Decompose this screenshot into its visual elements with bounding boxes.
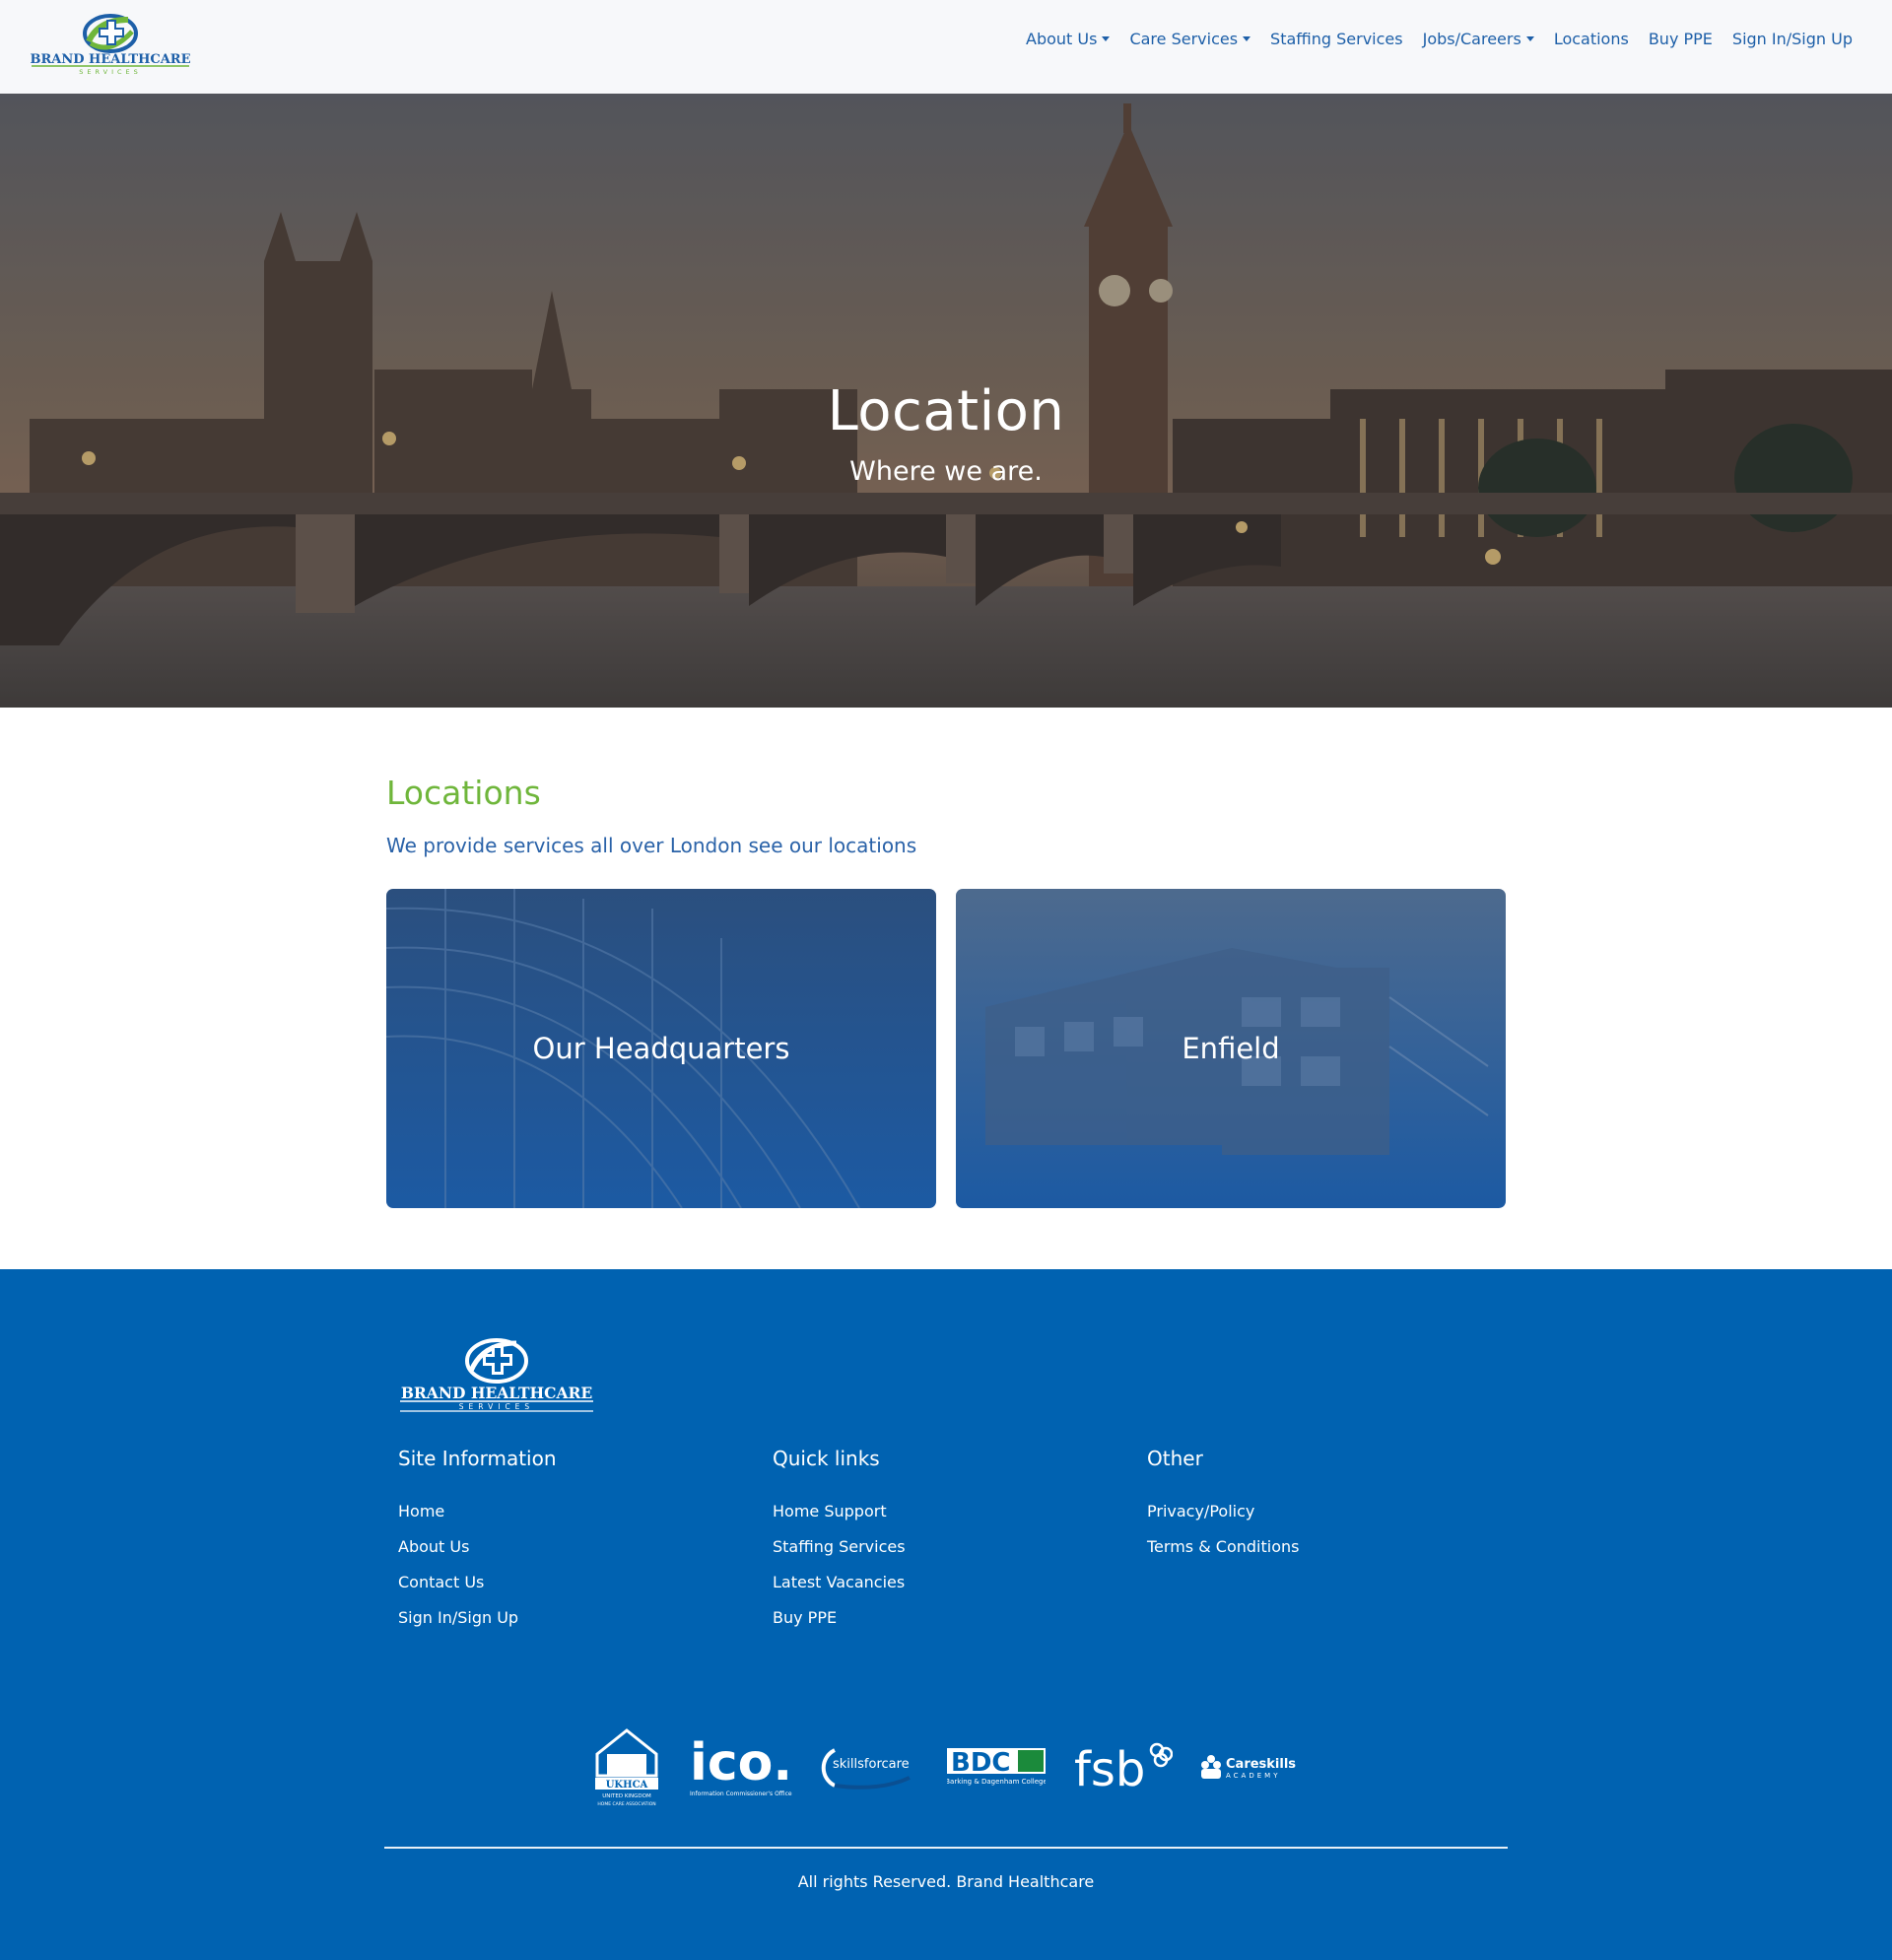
location-card-enfield-label: Enfield	[1182, 1032, 1280, 1065]
ukhca-line2-text: HOME CARE ASSOCIATION	[597, 1801, 655, 1807]
footer-col-site-info: Site Information Home About Us Contact U…	[398, 1447, 753, 1644]
brand-name-text: BRAND HEALTHCARE	[30, 52, 190, 67]
locations-subheading: We provide services all over London see …	[386, 834, 917, 857]
main-nav: About Us Care Services Staffing Services…	[1026, 30, 1853, 48]
footer-col-quick-links-title: Quick links	[773, 1447, 880, 1470]
chevron-down-icon	[1525, 36, 1534, 41]
footer-divider	[384, 1847, 1508, 1849]
footer-link-staffing-services[interactable]: Staffing Services	[773, 1537, 1127, 1556]
locations-section: Locations We provide services all over L…	[386, 774, 1506, 1208]
nav-locations[interactable]: Locations	[1554, 30, 1629, 48]
location-card-headquarters-label: Our Headquarters	[532, 1032, 790, 1065]
location-card-headquarters[interactable]: Our Headquarters	[386, 889, 936, 1208]
footer-brand-emblem-icon	[465, 1338, 528, 1384]
nav-sign-in[interactable]: Sign In/Sign Up	[1732, 30, 1853, 48]
footer-link-privacy-policy[interactable]: Privacy/Policy	[1147, 1502, 1502, 1521]
nav-buy-ppe-label: Buy PPE	[1648, 30, 1713, 48]
brand-tagline-text: SERVICES	[79, 68, 142, 76]
location-cards: Our Headquarters Enfield	[386, 889, 1506, 1208]
ukhca-line1-text: UNITED KINGDOM	[602, 1793, 651, 1799]
footer-link-contact-us[interactable]: Contact Us	[398, 1573, 753, 1591]
fsb-name-text: fsb	[1074, 1742, 1145, 1793]
locations-heading: Locations	[386, 774, 541, 812]
careskills-name-text: Careskills	[1226, 1757, 1296, 1772]
footer-link-terms[interactable]: Terms & Conditions	[1147, 1537, 1502, 1556]
nav-jobs-careers[interactable]: Jobs/Careers	[1423, 30, 1534, 48]
footer-logo[interactable]: BRAND HEALTHCARE SERVICES	[398, 1335, 595, 1416]
partner-logos: UKHCA UNITED KINGDOM HOME CARE ASSOCIATI…	[591, 1723, 1301, 1811]
brand-logo[interactable]: BRAND HEALTHCARE SERVICES	[30, 12, 191, 77]
ukhca-logo[interactable]: UKHCA UNITED KINGDOM HOME CARE ASSOCIATI…	[591, 1724, 662, 1809]
hero-banner: Location Where we are.	[0, 94, 1892, 708]
nav-about-us-label: About Us	[1026, 30, 1098, 48]
ico-logo[interactable]: ico. Information Commissioner's Office	[690, 1734, 792, 1799]
nav-sign-in-label: Sign In/Sign Up	[1731, 30, 1853, 48]
skillsforcare-name-text: skillsforcare	[833, 1757, 910, 1772]
nav-locations-label: Locations	[1553, 30, 1629, 48]
navbar: BRAND HEALTHCARE SERVICES About Us Care …	[0, 0, 1892, 94]
nav-about-us[interactable]: About Us	[1026, 30, 1111, 48]
careskills-caption-text: ACADEMY	[1226, 1772, 1280, 1780]
nav-care-services-label: Care Services	[1129, 30, 1239, 48]
footer-link-home-support[interactable]: Home Support	[773, 1502, 1127, 1521]
footer-col-quick-links: Quick links Home Support Staffing Servic…	[773, 1447, 1127, 1644]
footer-link-latest-vacancies[interactable]: Latest Vacancies	[773, 1573, 1127, 1591]
footer-link-buy-ppe[interactable]: Buy PPE	[773, 1608, 1127, 1627]
footer-brand-name-text: BRAND HEALTHCARE	[401, 1384, 593, 1402]
nav-staffing-services-label: Staffing Services	[1270, 30, 1403, 48]
chevron-down-icon	[1102, 36, 1111, 41]
bdc-caption-text: Barking & Dagenham College	[947, 1778, 1046, 1786]
bdc-name-text: BDC	[951, 1748, 1010, 1778]
nav-jobs-careers-label: Jobs/Careers	[1422, 30, 1521, 48]
footer-col-site-info-title: Site Information	[398, 1447, 557, 1470]
chevron-down-icon	[1243, 36, 1251, 41]
footer-col-other-title: Other	[1147, 1447, 1203, 1470]
footer-link-about-us[interactable]: About Us	[398, 1537, 753, 1556]
footer-col-other: Other Privacy/Policy Terms & Conditions	[1147, 1447, 1502, 1573]
skillsforcare-logo[interactable]: skillsforcare	[821, 1742, 919, 1791]
nav-staffing-services[interactable]: Staffing Services	[1270, 30, 1403, 48]
footer-link-sign-in[interactable]: Sign In/Sign Up	[398, 1608, 753, 1627]
footer: BRAND HEALTHCARE SERVICES Site Informati…	[0, 1269, 1892, 1960]
ico-caption-text: Information Commissioner's Office	[690, 1791, 792, 1797]
brand-emblem-icon	[83, 14, 138, 53]
careskills-emblem-icon	[1200, 1755, 1221, 1779]
location-card-enfield[interactable]: Enfield	[956, 889, 1506, 1208]
careskills-logo[interactable]: Careskills ACADEMY	[1200, 1751, 1301, 1783]
nav-buy-ppe[interactable]: Buy PPE	[1649, 30, 1713, 48]
copyright-text: All rights Reserved. Brand Healthcare	[797, 1872, 1095, 1891]
footer-link-home[interactable]: Home	[398, 1502, 753, 1521]
footer-brand-tagline-text: SERVICES	[459, 1402, 534, 1411]
fsb-logo[interactable]: fsb	[1074, 1740, 1173, 1793]
ico-name-text: ico.	[690, 1734, 792, 1792]
ukhca-name-text: UKHCA	[606, 1780, 648, 1791]
hero-title: Location	[827, 379, 1065, 443]
nav-care-services[interactable]: Care Services	[1129, 30, 1251, 48]
hero-subtitle: Where we are.	[849, 456, 1043, 487]
bdc-logo[interactable]: BDC Barking & Dagenham College	[947, 1746, 1047, 1788]
